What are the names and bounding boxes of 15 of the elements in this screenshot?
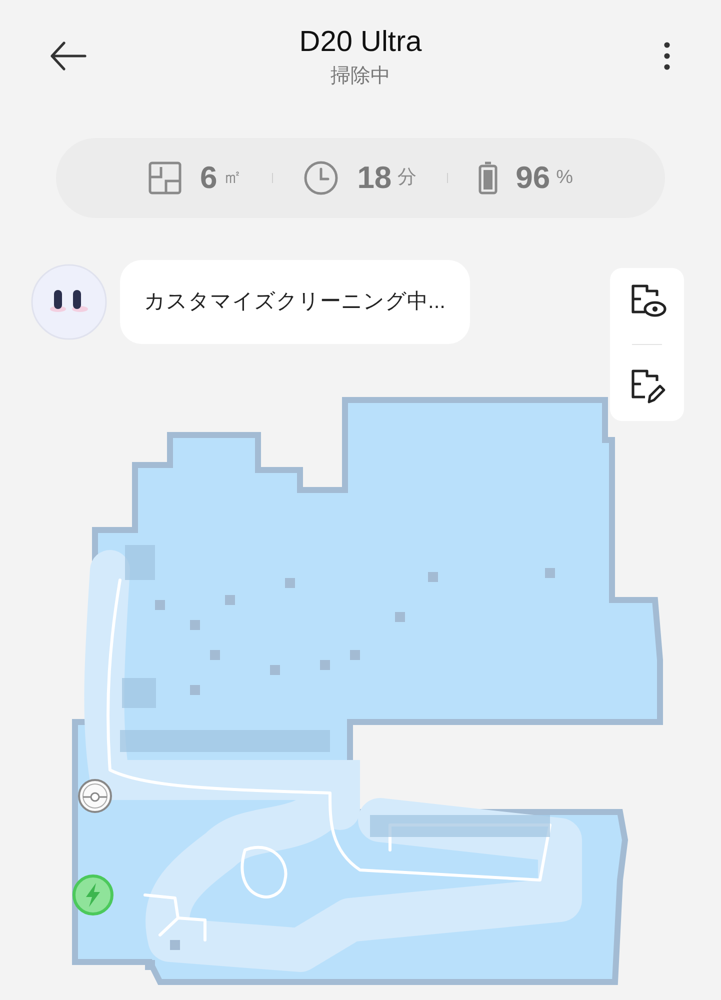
back-arrow-icon: [49, 41, 87, 71]
stat-value: 6: [200, 158, 218, 197]
robot-icon: [77, 778, 113, 814]
floor-plan-icon: [148, 161, 182, 195]
clock-icon: [303, 160, 340, 196]
stat-value: 18: [357, 158, 392, 197]
stat-unit: ㎡: [223, 166, 242, 190]
battery-icon: [478, 161, 498, 195]
status-subtitle: 掃除中: [330, 64, 390, 89]
stat-unit: 分: [398, 166, 417, 190]
stat-value: 96: [516, 158, 550, 197]
stat-unit: %: [556, 166, 574, 190]
device-title: D20 Ultra: [299, 25, 422, 60]
more-icon: [664, 41, 670, 71]
status-message: カスタマイズクリーニング中...: [120, 260, 470, 344]
